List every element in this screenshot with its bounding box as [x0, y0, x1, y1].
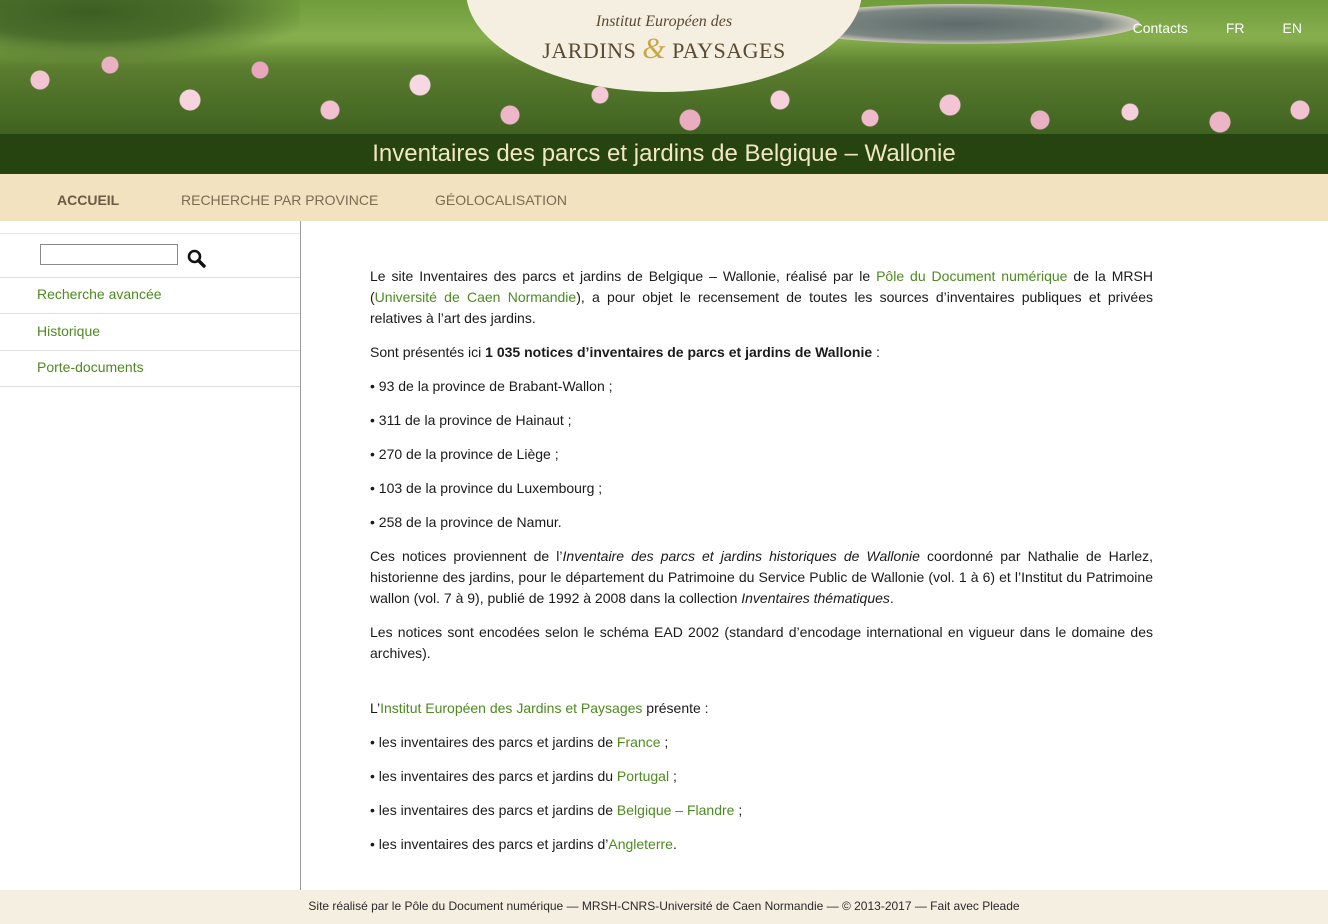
- angleterre-link[interactable]: Angleterre: [608, 836, 673, 852]
- sidebar-item-porte-documents: Porte-documents: [0, 350, 300, 387]
- sidebar-link-porte-documents[interactable]: Porte-documents: [37, 359, 144, 375]
- other-inventory-text: • les inventaires des parcs et jardins d…: [370, 734, 617, 750]
- search-icon: [187, 249, 206, 268]
- france-link[interactable]: France: [617, 734, 661, 750]
- other-inventory-text: • les inventaires des parcs et jardins d…: [370, 768, 617, 784]
- sidebar-item-recherche-avancee: Recherche avancée: [0, 277, 300, 314]
- other-inventory-item: • les inventaires des parcs et jardins d…: [370, 766, 1153, 787]
- other-inventory-suffix: .: [672, 836, 677, 852]
- other-inventory-item: • les inventaires des parcs et jardins d…: [370, 732, 1153, 753]
- top-links: Contacts FR EN: [1095, 20, 1302, 36]
- province-item: • 93 de la province de Brabant-Wallon ;: [370, 378, 613, 394]
- intro-paragraph: Le site Inventaires des parcs et jardins…: [370, 266, 1153, 329]
- search-input[interactable]: [40, 244, 178, 265]
- search-button[interactable]: [186, 248, 208, 270]
- province-item: • 258 de la province de Namur.: [370, 514, 562, 530]
- other-inventory-text: • les inventaires des parcs et jardins d…: [370, 802, 617, 818]
- source-text-3: .: [889, 590, 894, 606]
- other-inventory-item: • les inventaires des parcs et jardins d…: [370, 834, 1153, 855]
- encoding-paragraph: Les notices sont encodées selon le schém…: [370, 624, 1153, 661]
- page-title: Inventaires des parcs et jardins de Belg…: [0, 134, 1328, 174]
- institute-text-1: L’: [370, 700, 381, 716]
- sidebar-link-recherche-avancee[interactable]: Recherche avancée: [37, 286, 162, 302]
- logo-word-jardins: JARDINS: [542, 38, 637, 63]
- source-text-1: Ces notices proviennent de l’: [370, 548, 563, 564]
- province-item: • 311 de la province de Hainaut ;: [370, 412, 572, 428]
- header-banner: Institut Européen des JARDINS & PAYSAGES…: [0, 0, 1328, 134]
- search-form: [0, 233, 300, 278]
- nav-item-accueil[interactable]: ACCUEIL: [57, 174, 119, 226]
- other-inventory-suffix: ;: [734, 802, 743, 818]
- sidebar: Recherche avancée Historique Porte-docum…: [0, 221, 301, 890]
- institute-paragraph: L’Institut Européen des Jardins et Paysa…: [370, 698, 1153, 719]
- other-inventory-text: • les inventaires des parcs et jardins d…: [370, 836, 609, 852]
- universite-caen-link[interactable]: Université de Caen Normandie: [375, 289, 577, 305]
- main-content: Le site Inventaires des parcs et jardins…: [370, 266, 1153, 868]
- count-highlight: 1 035 notices d’inventaires de parcs et …: [485, 344, 873, 360]
- count-text-1: Sont présentés ici: [370, 344, 486, 360]
- nav-item-recherche-par-province[interactable]: RECHERCHE PAR PROVINCE: [181, 174, 378, 226]
- province-item: • 270 de la province de Liège ;: [370, 446, 559, 462]
- lang-fr-link[interactable]: FR: [1226, 20, 1245, 36]
- footer: Site réalisé par le Pôle du Document num…: [0, 890, 1328, 924]
- lang-en-link[interactable]: EN: [1283, 20, 1302, 36]
- count-paragraph: Sont présentés ici 1 035 notices d’inven…: [370, 342, 1153, 363]
- sidebar-link-historique[interactable]: Historique: [37, 323, 100, 339]
- pole-document-link[interactable]: Pôle du Document numérique: [876, 268, 1067, 284]
- main-nav: ACCUEIL RECHERCHE PAR PROVINCE GÉOLOCALI…: [0, 174, 1328, 221]
- sidebar-item-historique: Historique: [0, 314, 300, 351]
- institut-link[interactable]: Institut Européen des Jardins et Paysage…: [380, 700, 642, 716]
- logo-word-paysages: PAYSAGES: [672, 38, 786, 63]
- other-inventory-suffix: ;: [669, 768, 677, 784]
- logo-line2: JARDINS & PAYSAGES: [0, 32, 1328, 66]
- other-inventory-suffix: ;: [660, 734, 669, 750]
- contacts-link[interactable]: Contacts: [1133, 20, 1188, 36]
- logo-ampersand: &: [642, 32, 667, 65]
- institute-text-2: présente :: [642, 700, 709, 716]
- portugal-link[interactable]: Portugal: [617, 768, 669, 784]
- collection-title: Inventaires thématiques: [741, 590, 890, 606]
- intro-text-1: Le site Inventaires des parcs et jardins…: [370, 268, 877, 284]
- source-paragraph: Ces notices proviennent de l’Inventaire …: [370, 546, 1153, 609]
- source-title: Inventaire des parcs et jardins historiq…: [562, 548, 920, 564]
- count-text-2: :: [872, 344, 880, 360]
- nav-item-geolocalisation[interactable]: GÉOLOCALISATION: [435, 174, 567, 226]
- province-item: • 103 de la province du Luxembourg ;: [370, 480, 603, 496]
- other-inventory-item: • les inventaires des parcs et jardins d…: [370, 800, 1153, 821]
- belgique-flandre-link[interactable]: Belgique – Flandre: [617, 802, 735, 818]
